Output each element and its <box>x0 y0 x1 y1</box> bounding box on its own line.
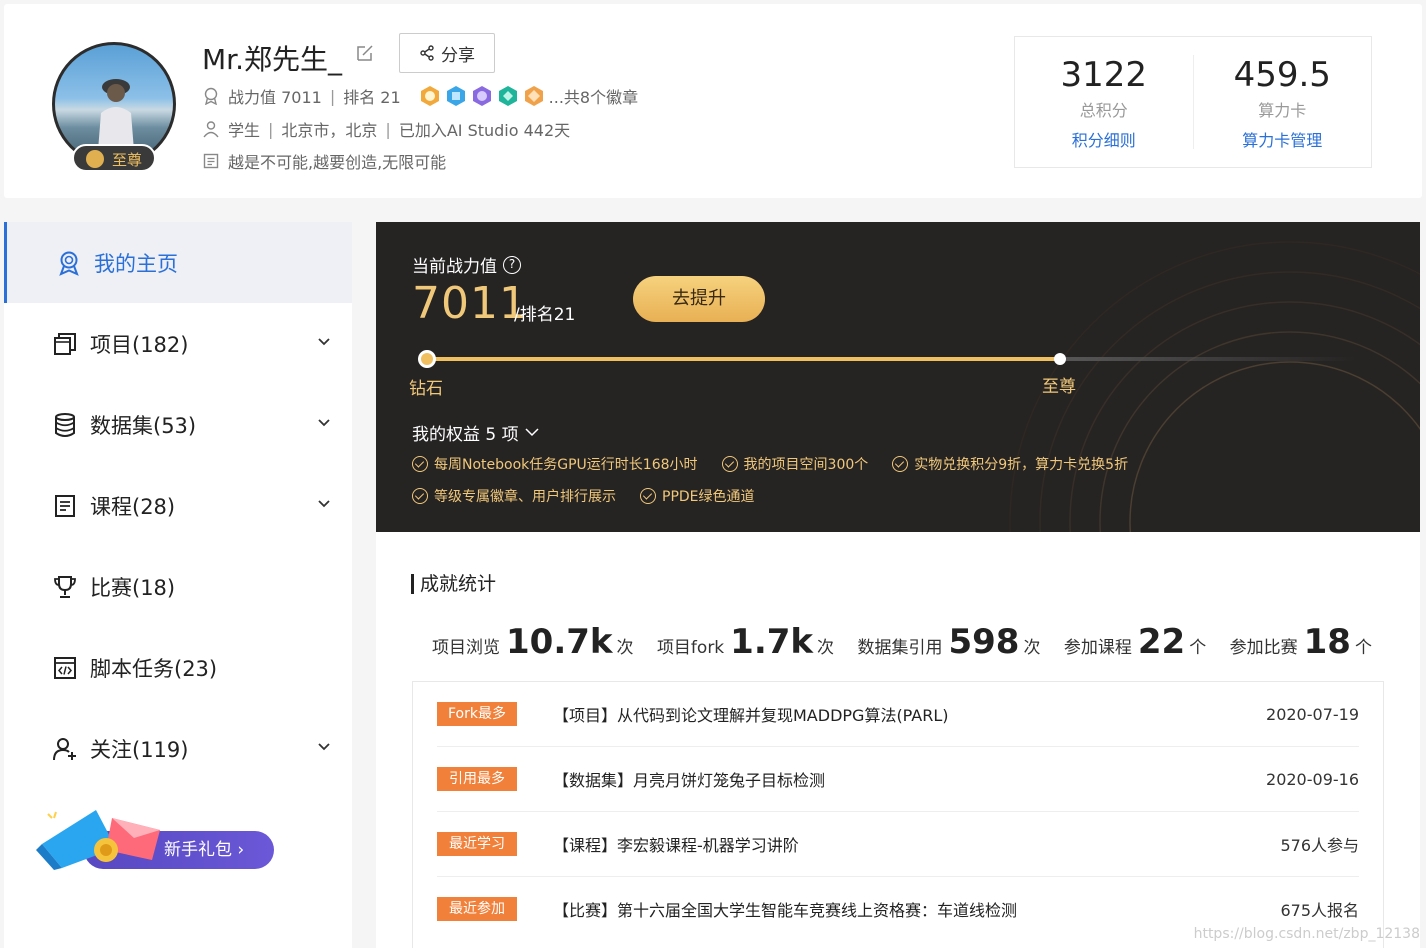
list-tag: 最近学习 <box>437 832 517 856</box>
upgrade-button[interactable]: 去提升 <box>633 276 765 322</box>
profile-header: 至尊 Mr.郑先生_ 分享 战力值 7011| 排名 21 ...共8个徽章 <box>4 4 1422 198</box>
power-rank: /排名21 <box>514 305 576 325</box>
achievements-title: 成就统计 <box>411 574 496 594</box>
sidebar-item-follows[interactable]: 关注(119) <box>4 708 352 789</box>
list-meta: 675人报名 <box>1280 900 1359 920</box>
motto-row: 越是不可能,越要创造,无限可能 <box>202 149 446 173</box>
medal-list[interactable]: ...共8个徽章 <box>419 84 638 108</box>
metric-project-views: 项目浏览 10.7k 次 <box>432 622 634 662</box>
newbie-gift-banner[interactable]: 新手礼包 › <box>34 804 279 874</box>
project-icon <box>54 332 76 355</box>
user-icon <box>203 121 219 138</box>
metric-project-forks: 项目fork 1.7k 次 <box>656 622 835 662</box>
list-title[interactable]: 【比赛】第十六届全国大学生智能车竞赛线上资格赛：车道线检测 <box>553 897 1280 921</box>
medal-purple-icon <box>472 86 491 106</box>
compute-card-manage-link[interactable]: 算力卡管理 <box>1194 127 1372 151</box>
list-item[interactable]: 引用最多 【数据集】月亮月饼灯笼兔子目标检测 2020-09-16 <box>437 747 1359 812</box>
level-badge: 至尊 <box>72 144 156 172</box>
gift-box-icon <box>36 810 160 870</box>
power-value: 7011 <box>412 278 528 329</box>
benefit-item: 我的项目空间300个 <box>721 454 868 474</box>
benefit-item: 实物兑换积分9折，算力卡兑换5折 <box>892 454 1128 474</box>
check-circle-icon <box>721 456 738 472</box>
list-meta: 576人参与 <box>1280 836 1359 855</box>
achievements-panel: 成就统计 项目浏览 10.7k 次 项目fork 1.7k 次 数据集引用 598 次 参加… <box>376 532 1420 948</box>
sidebar-item-projects[interactable]: 项目(182) <box>4 303 352 384</box>
user-info-row: 学生 | 北京市，北京 | 已加入AI Studio 442天 <box>202 117 570 141</box>
benefit-item: 每周Notebook任务GPU运行时长168小时 <box>412 454 698 474</box>
edit-icon[interactable] <box>356 44 374 62</box>
chevron-down-icon[interactable] <box>318 418 330 427</box>
list-meta: 2020-09-16 <box>1266 769 1359 789</box>
list-meta: 2020-07-19 <box>1266 704 1359 724</box>
course-icon <box>55 494 75 517</box>
list-item[interactable]: 最近学习 【课程】李宏毅课程-机器学习讲阶 576人参与 <box>437 812 1359 877</box>
medal-gold-icon <box>420 86 439 106</box>
database-icon <box>55 412 75 437</box>
compute-card-stat: 459.5 算力卡 算力卡管理 <box>1192 55 1372 151</box>
medal-teal-icon <box>498 86 517 106</box>
metrics-row: 项目浏览 10.7k 次 项目fork 1.7k 次 数据集引用 598 次 参加课程 22 个… <box>432 622 1372 662</box>
sidebar: 我的主页 项目(182) 数据集(53) 课程(28) 比赛(18) 脚本任务(… <box>4 222 352 948</box>
sidebar-item-courses[interactable]: 课程(28) <box>4 465 352 546</box>
level-current-dot <box>418 350 436 368</box>
sidebar-item-competitions[interactable]: 比赛(18) <box>4 546 352 627</box>
list-tag: 引用最多 <box>437 767 517 791</box>
points-rules-link[interactable]: 积分细则 <box>1015 127 1193 151</box>
power-info-row: 战力值 7011 | 排名 21 ...共8个徽章 <box>202 84 638 108</box>
metric-dataset-refs: 数据集引用 598 次 <box>857 622 1041 662</box>
medal-blue-icon <box>446 86 465 106</box>
username: Mr.郑先生_ <box>202 43 343 76</box>
level-current-label: 钻石 <box>409 379 443 399</box>
check-circle-icon <box>412 456 428 472</box>
level-progress-fill <box>426 357 1063 361</box>
avatar[interactable]: 至尊 <box>52 42 176 172</box>
chevron-down-icon[interactable] <box>318 499 330 508</box>
chevron-down-icon[interactable] <box>318 337 330 346</box>
stats-box: 3122 总积分 积分细则 459.5 算力卡 算力卡管理 <box>1014 36 1372 168</box>
level-next-label: 至尊 <box>1042 377 1076 397</box>
list-title[interactable]: 【课程】李宏毅课程-机器学习讲阶 <box>553 832 1280 856</box>
badge-icon <box>59 251 79 276</box>
share-button[interactable]: 分享 <box>399 33 495 73</box>
medal-orange-icon <box>524 86 543 106</box>
check-circle-icon <box>640 488 656 504</box>
award-icon <box>204 87 218 105</box>
chevron-down-icon <box>525 428 539 437</box>
note-icon <box>203 153 219 169</box>
sidebar-item-home[interactable]: 我的主页 <box>4 222 352 303</box>
power-panel: 当前战力值 ? 7011 /排名21 去提升 钻石 至尊 我的权益 5 项 每周… <box>376 222 1420 532</box>
medal-count: ...共8个徽章 <box>548 88 639 107</box>
highlight-list: Fork最多 【项目】从代码到论文理解并复现MADDPG算法(PARL) 202… <box>412 681 1384 948</box>
power-title: 当前战力值 ? <box>412 252 521 277</box>
list-tag: Fork最多 <box>437 702 517 726</box>
help-icon[interactable]: ? <box>503 255 521 274</box>
list-item[interactable]: Fork最多 【项目】从代码到论文理解并复现MADDPG算法(PARL) 202… <box>437 682 1359 747</box>
script-icon <box>54 656 76 679</box>
watermark: https://blog.csdn.net/zbp_12138 <box>1193 926 1420 942</box>
benefits-list: 每周Notebook任务GPU运行时长168小时 我的项目空间300个 实物兑换… <box>412 454 1312 506</box>
metric-competitions: 参加比赛 18 个 <box>1229 622 1372 662</box>
check-circle-icon <box>892 456 909 472</box>
check-circle-icon <box>412 488 428 504</box>
metric-courses: 参加课程 22 个 <box>1063 622 1207 662</box>
list-title[interactable]: 【项目】从代码到论文理解并复现MADDPG算法(PARL) <box>553 702 1266 726</box>
chevron-down-icon[interactable] <box>318 742 330 751</box>
benefit-item: PPDE绿色通道 <box>640 486 755 506</box>
sidebar-item-scripts[interactable]: 脚本任务(23) <box>4 627 352 708</box>
share-icon <box>420 45 434 61</box>
trophy-icon <box>54 575 76 598</box>
points-stat: 3122 总积分 积分细则 <box>1015 37 1193 167</box>
benefit-item: 等级专属徽章、用户排行展示 <box>412 486 616 506</box>
crown-icon <box>85 149 104 168</box>
list-tag: 最近参加 <box>437 896 517 921</box>
list-title[interactable]: 【数据集】月亮月饼灯笼兔子目标检测 <box>553 767 1266 791</box>
follow-icon <box>53 737 76 760</box>
benefits-toggle[interactable]: 我的权益 5 项 <box>412 420 539 445</box>
level-next-dot <box>1054 353 1066 365</box>
sidebar-item-datasets[interactable]: 数据集(53) <box>4 384 352 465</box>
